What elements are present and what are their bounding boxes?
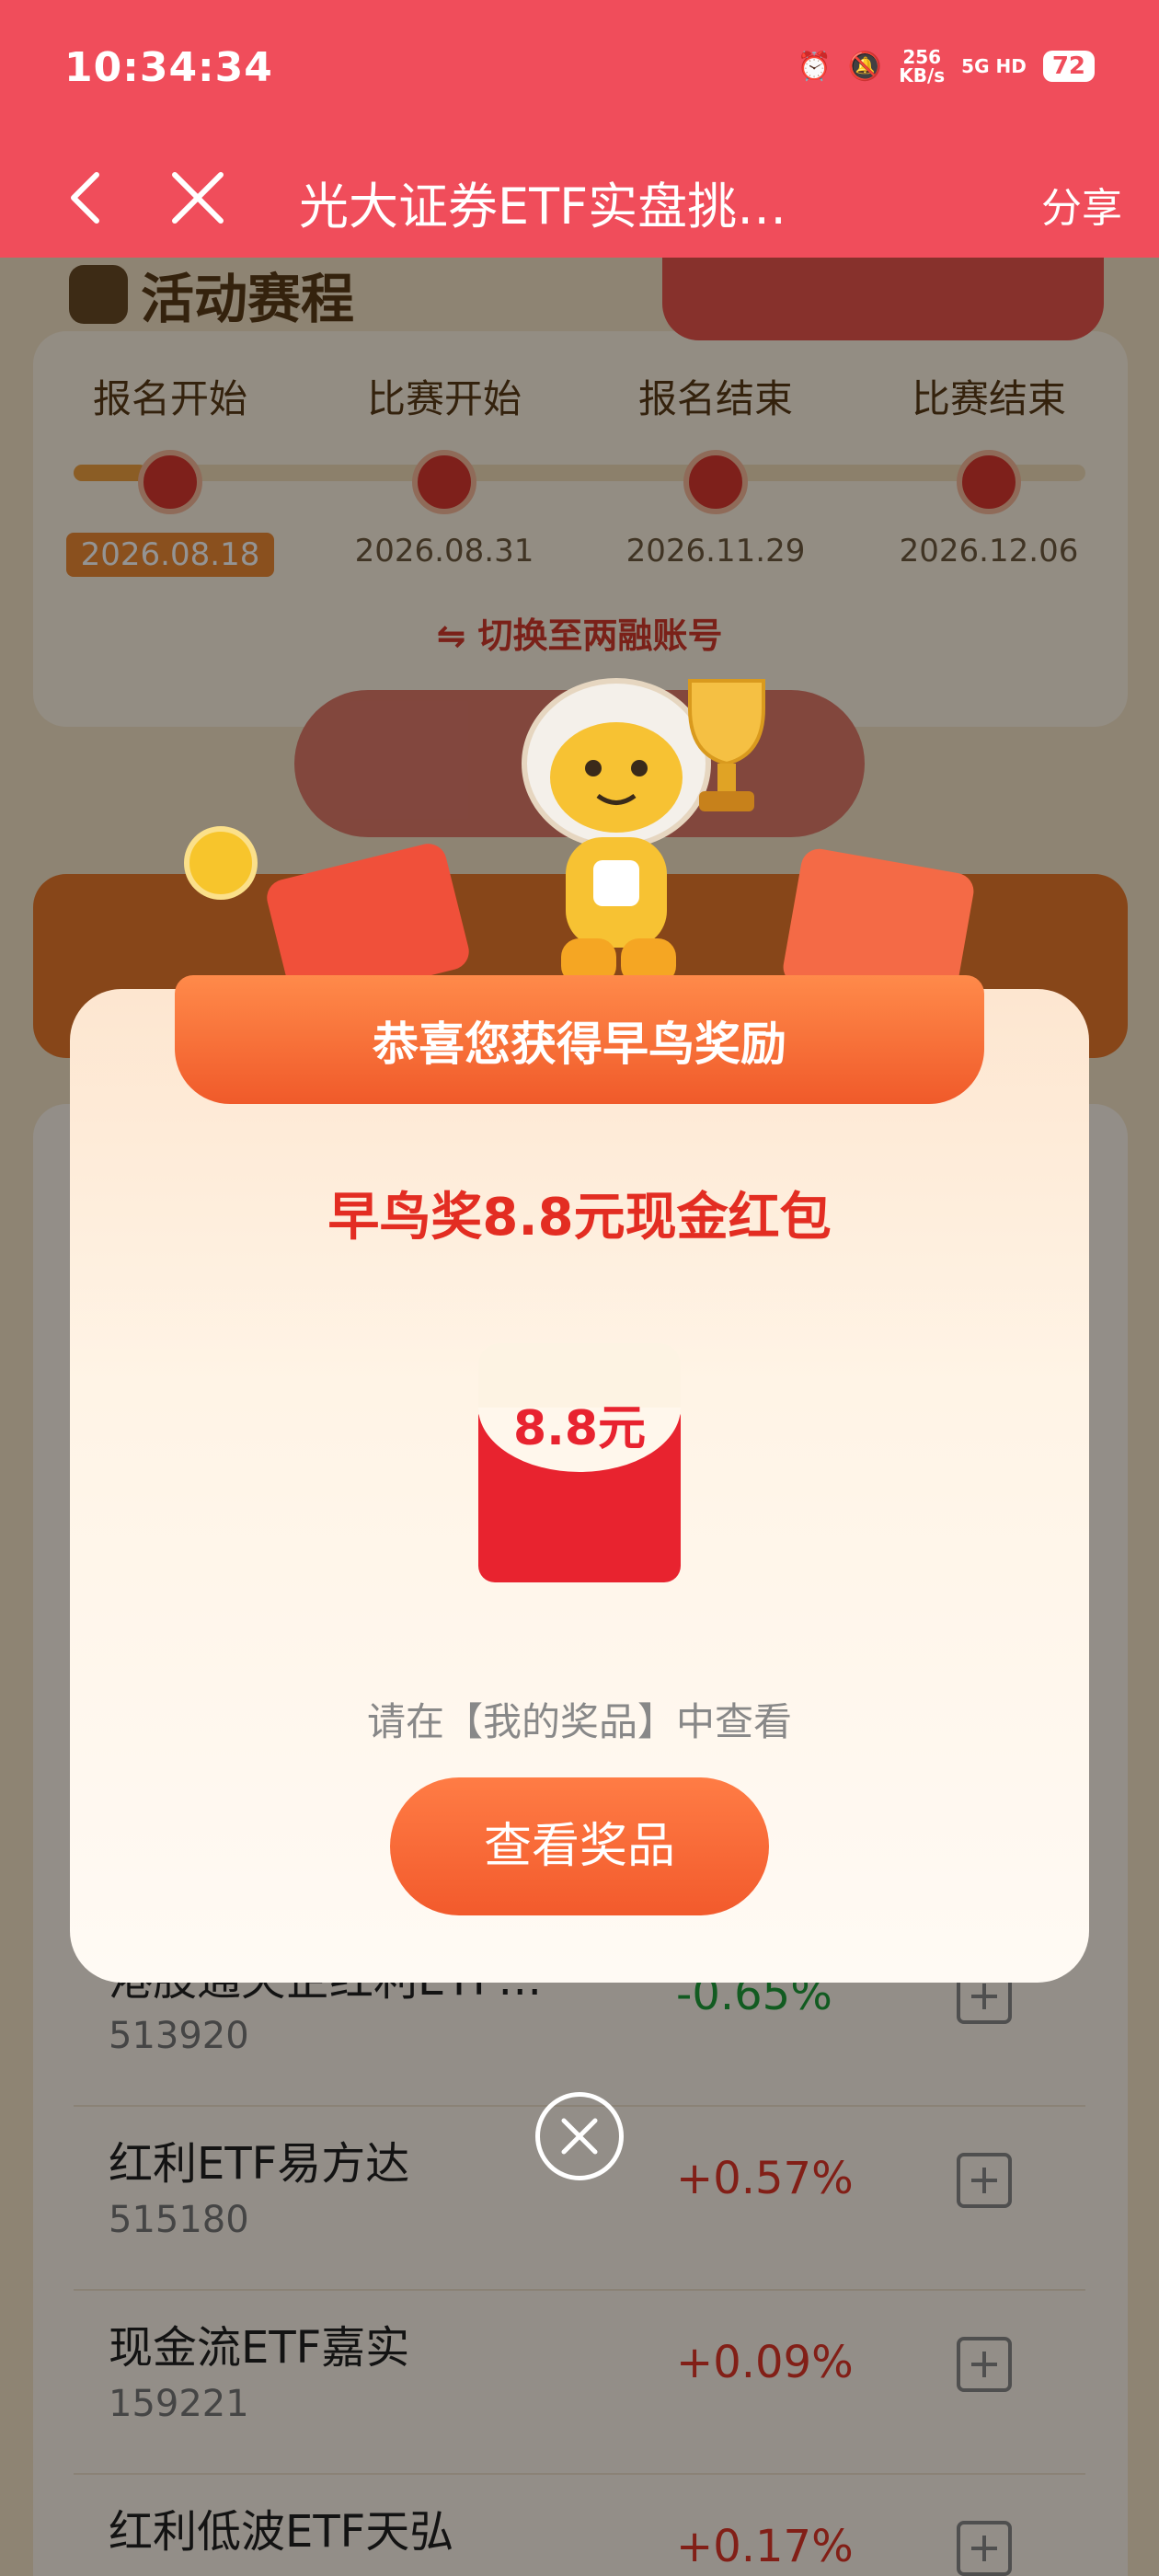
view-prize-button[interactable]: 查看奖品 (390, 1777, 769, 1915)
mute-icon: 🔕 (847, 50, 883, 83)
status-bar: 10:34:34 ⏰ 🔕 256 KB/s 5G HD 72 (0, 0, 1159, 138)
signal-icon: 5G HD (961, 55, 1027, 77)
net-speed-unit: KB/s (899, 64, 946, 86)
trophy-icon (688, 679, 765, 811)
back-button[interactable] (46, 156, 129, 239)
net-speed: 256 KB/s (899, 48, 945, 85)
coin-icon (184, 826, 258, 900)
award-title: 早鸟奖8.8元现金红包 (327, 1188, 832, 1248)
red-envelope: 8.8元 (478, 1343, 681, 1582)
page-title: 光大证券ETF实盘挑… (299, 178, 787, 236)
close-icon (172, 172, 224, 224)
chevron-left-icon (71, 172, 99, 224)
net-speed-value: 256 (902, 46, 942, 68)
nav-bar: 光大证券ETF实盘挑… 分享 (0, 138, 1159, 258)
modal-close-button[interactable] (535, 2092, 624, 2180)
battery-icon: 72 (1042, 51, 1095, 82)
status-icons: ⏰ 🔕 256 KB/s 5G HD 72 (797, 48, 1095, 85)
reward-hint: 请在【我的奖品】中查看 (366, 1699, 792, 1744)
alarm-icon: ⏰ (797, 50, 832, 83)
close-icon (561, 2118, 598, 2155)
close-button[interactable] (156, 156, 239, 239)
envelope-amount: 8.8元 (512, 1401, 647, 1456)
reward-banner-text: 恭喜您获得早鸟奖励 (373, 1018, 786, 1071)
share-button[interactable]: 分享 (1041, 175, 1122, 234)
status-time: 10:34:34 (64, 44, 273, 91)
